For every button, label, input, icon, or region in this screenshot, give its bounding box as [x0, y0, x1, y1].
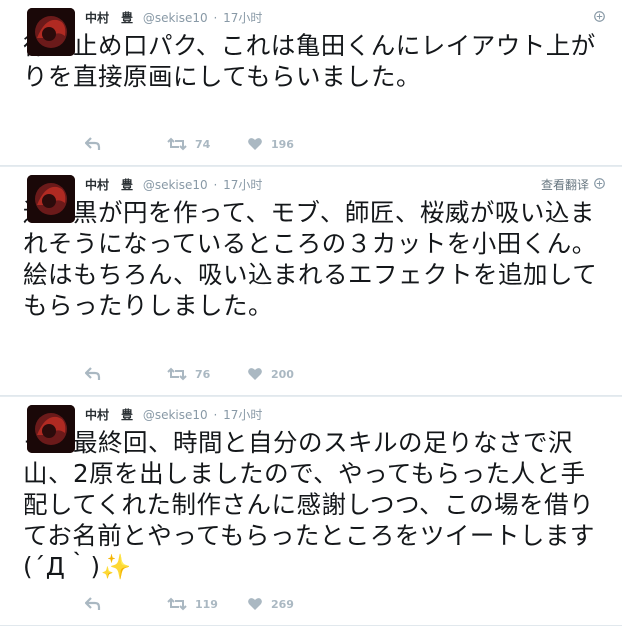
timestamp[interactable]: 17小时: [223, 408, 262, 422]
tweet-text: 律の止め口パク、これは亀田くんにレイアウト上がりを直接原画にしてもらいました。: [23, 31, 596, 91]
like-count: 200: [271, 367, 294, 381]
retweet-button[interactable]: 74: [167, 137, 247, 151]
retweet-count: 119: [195, 597, 218, 611]
author-name[interactable]: 中村 豊: [85, 408, 133, 422]
reply-button[interactable]: [85, 367, 167, 381]
tweet[interactable]: 中村 豊 @sekise10 · 17小时 查看翻译 遺志黒が円を作って、モブ、…: [0, 167, 622, 396]
retweet-icon: [167, 597, 187, 611]
reply-button[interactable]: [85, 137, 167, 151]
retweet-button[interactable]: 76: [167, 367, 247, 381]
retweet-icon: [167, 137, 187, 151]
tweet-header: 中村 豊 @sekise10 · 17小时: [85, 405, 610, 425]
like-count: 269: [271, 597, 294, 611]
separator: ·: [213, 408, 218, 422]
separator: ·: [213, 178, 218, 192]
like-button[interactable]: 200: [247, 367, 294, 381]
heart-icon: [248, 138, 262, 150]
reply-icon: [85, 137, 101, 150]
timestamp[interactable]: 17小时: [223, 11, 262, 25]
tweet[interactable]: 中村 豊 @sekise10 · 17小时 律の止め口パク、これは亀田くんにレイ…: [0, 0, 622, 166]
like-button[interactable]: 196: [247, 137, 294, 151]
globe-icon[interactable]: [594, 11, 605, 22]
author-handle[interactable]: @sekise10: [143, 178, 208, 192]
tweet-header: 中村 豊 @sekise10 · 17小时: [85, 8, 610, 28]
avatar[interactable]: [27, 405, 75, 453]
retweet-button[interactable]: 119: [167, 597, 247, 611]
tweet[interactable]: 中村 豊 @sekise10 · 17小时 モブ最終回、時間と自分のスキルの足り…: [0, 397, 622, 626]
retweet-count: 74: [195, 137, 211, 151]
reply-button[interactable]: [85, 597, 167, 611]
avatar[interactable]: [27, 8, 75, 56]
author-name[interactable]: 中村 豊: [85, 178, 133, 192]
like-count: 196: [271, 137, 294, 151]
retweet-count: 76: [195, 367, 211, 381]
reply-icon: [85, 367, 101, 380]
author-handle[interactable]: @sekise10: [143, 408, 208, 422]
tweet-text: 遺志黒が円を作って、モブ、師匠、桜威が吸い込まれそうになっているところの３カット…: [23, 198, 598, 320]
retweet-icon: [167, 367, 187, 381]
tweet-text: モブ最終回、時間と自分のスキルの足りなさで沢山、2原を出しましたので、やってもら…: [23, 428, 595, 581]
author-name[interactable]: 中村 豊: [85, 11, 133, 25]
tweet-timeline: 中村 豊 @sekise10 · 17小时 律の止め口パク、これは亀田くんにレイ…: [0, 0, 622, 626]
heart-icon: [248, 598, 262, 610]
author-handle[interactable]: @sekise10: [143, 11, 208, 25]
translate-link[interactable]: 查看翻译: [541, 175, 589, 195]
tweet-actions: 119 269: [85, 595, 294, 613]
globe-icon[interactable]: [594, 178, 605, 189]
reply-icon: [85, 597, 101, 610]
tweet-header: 中村 豊 @sekise10 · 17小时: [85, 175, 610, 195]
heart-icon: [248, 368, 262, 380]
timestamp[interactable]: 17小时: [223, 178, 262, 192]
tweet-actions: 76 200: [85, 365, 294, 383]
tweet-actions: 74 196: [85, 135, 294, 153]
like-button[interactable]: 269: [247, 597, 294, 611]
avatar[interactable]: [27, 175, 75, 223]
separator: ·: [213, 11, 218, 25]
